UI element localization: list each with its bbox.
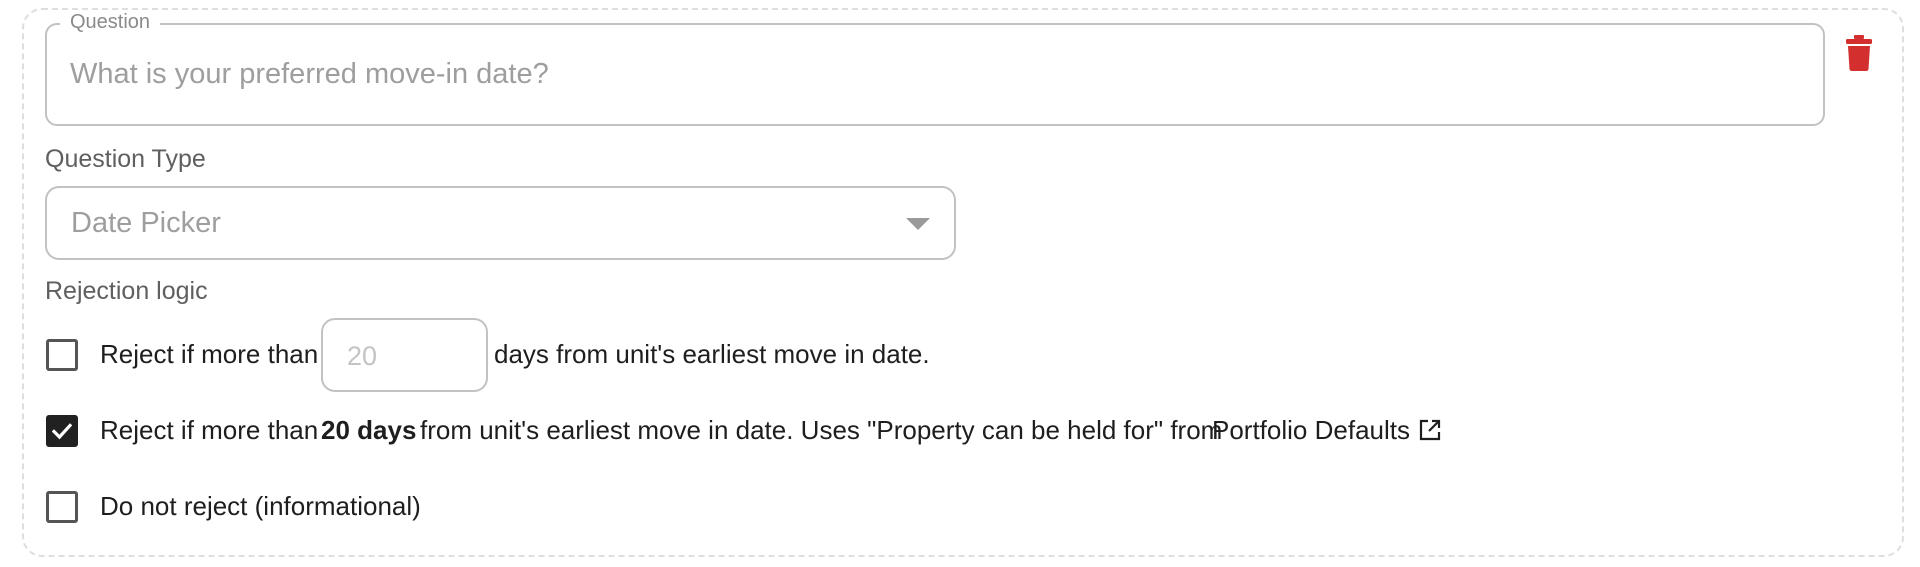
reject-portfolio-days: 20 days [321,415,417,445]
rejection-logic-label: Rejection logic [45,277,208,305]
reject-days-checkbox[interactable] [46,339,78,371]
reject-days-suffix: days from unit's earliest move in date. [494,339,930,369]
question-input[interactable]: What is your preferred move-in date? [70,56,549,92]
question-type-value: Date Picker [71,207,221,239]
informational-label: Do not reject (informational) [100,491,421,521]
portfolio-defaults-link[interactable]: Portfolio Defaults [1212,414,1410,446]
external-link-icon[interactable] [1418,418,1442,442]
reject-days-placeholder: 20 [347,341,378,371]
reject-portfolio-middle: from unit's earliest move in date. Uses … [420,415,1223,445]
question-type-label: Question Type [45,145,206,173]
question-legend: Question [60,10,161,34]
reject-portfolio-checkbox[interactable] [46,415,78,447]
reject-days-prefix: Reject if more than [100,339,319,369]
trash-icon[interactable] [1846,35,1872,71]
check-icon [52,423,72,440]
reject-portfolio-prefix: Reject if more than [100,415,319,445]
question-type-select[interactable]: Date Picker [45,186,956,260]
informational-checkbox[interactable] [46,491,78,523]
chevron-down-icon [906,218,930,230]
reject-days-input[interactable]: 20 [321,318,488,392]
